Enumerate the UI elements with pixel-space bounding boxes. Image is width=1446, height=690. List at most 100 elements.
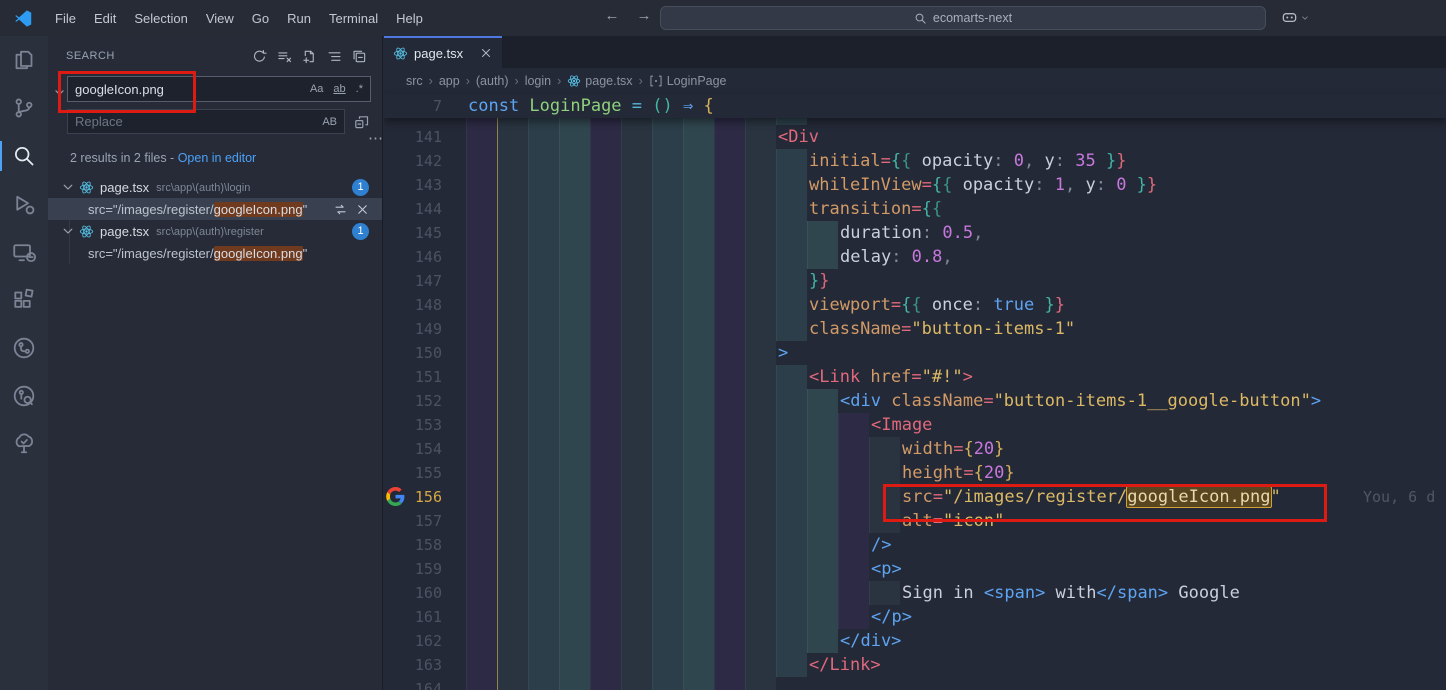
open-in-editor-link[interactable]: Open in editor: [178, 151, 257, 165]
match-text: src="/images/register/googleIcon.png": [88, 246, 307, 261]
code-line-151[interactable]: 151<Link href="#!">: [384, 365, 1446, 389]
search-file-row[interactable]: page.tsx src\app\(auth)\login 1: [48, 176, 382, 198]
sticky-scroll-line[interactable]: 7 const LoginPage = () ⇒ {: [384, 94, 1446, 118]
inspect-icon[interactable]: [0, 372, 48, 420]
vscode-logo-icon: [14, 9, 33, 28]
search-icon[interactable]: [0, 132, 48, 180]
actions-icon[interactable]: [0, 324, 48, 372]
menu-run[interactable]: Run: [278, 7, 320, 30]
code-line-142[interactable]: 142initial={{ opacity: 0, y: 35 }}: [384, 149, 1446, 173]
code-text: delay: 0.8,: [840, 245, 953, 269]
refresh-icon[interactable]: [249, 46, 270, 67]
react-icon: [393, 46, 408, 61]
search-input[interactable]: [68, 82, 307, 97]
code-line-156[interactable]: 156src="/images/register/googleIcon.png"…: [384, 485, 1446, 509]
code-line-160[interactable]: 160Sign in <span> with</span> Google: [384, 581, 1446, 605]
code-line-162[interactable]: 162</div>: [384, 629, 1446, 653]
code-line-145[interactable]: 145duration: 0.5,: [384, 221, 1446, 245]
code-line-148[interactable]: 148viewport={{ once: true }}: [384, 293, 1446, 317]
remote-explorer-icon[interactable]: [0, 228, 48, 276]
code-line-146[interactable]: 146 delay: 0.8,: [384, 245, 1446, 269]
search-match-row[interactable]: src="/images/register/googleIcon.png": [48, 198, 382, 220]
whole-word-icon[interactable]: ab: [330, 82, 348, 96]
code-line-143[interactable]: 143whileInView={{ opacity: 1, y: 0 }}: [384, 173, 1446, 197]
explorer-icon[interactable]: [0, 36, 48, 84]
breadcrumb-item[interactable]: LoginPage: [649, 74, 727, 88]
new-search-editor-icon[interactable]: [299, 46, 320, 67]
line-number: 151: [384, 365, 442, 389]
menu-help[interactable]: Help: [387, 7, 432, 30]
line-number: 163: [384, 653, 442, 677]
extensions-icon[interactable]: [0, 276, 48, 324]
replace-options: AB: [319, 115, 344, 129]
line-number: 153: [384, 413, 442, 437]
source-control-icon[interactable]: [0, 84, 48, 132]
replace-input[interactable]: [68, 114, 319, 129]
menu-terminal[interactable]: Terminal: [320, 7, 387, 30]
replace-icon: [333, 202, 348, 217]
breadcrumb-item[interactable]: (auth): [476, 74, 509, 88]
line-number: 156: [384, 485, 442, 509]
back-arrow-icon[interactable]: ←: [602, 7, 622, 24]
code-line-159[interactable]: 159<p>: [384, 557, 1446, 581]
code-area: 140141<Div142initial={{ opacity: 0, y: 3…: [384, 101, 1446, 690]
menu-view[interactable]: View: [197, 7, 243, 30]
code-line-161[interactable]: 161 </p>: [384, 605, 1446, 629]
match-highlight: googleIcon.png: [214, 202, 303, 217]
code-line-154[interactable]: 154width={20}: [384, 437, 1446, 461]
code-text: </p>: [871, 605, 912, 629]
breadcrumb-item[interactable]: src: [406, 74, 423, 88]
code-line-164[interactable]: 164: [384, 677, 1446, 690]
run-debug-icon[interactable]: [0, 180, 48, 228]
line-number: 161: [384, 605, 442, 629]
git-blame-annotation: You, 6 d: [1363, 485, 1435, 509]
search-file-row[interactable]: page.tsx src\app\(auth)\register 1: [48, 220, 382, 242]
close-icon[interactable]: [479, 46, 493, 60]
regex-icon[interactable]: .*: [353, 82, 366, 96]
todo-tree-icon[interactable]: [0, 420, 48, 468]
preserve-case-icon[interactable]: AB: [319, 115, 340, 129]
menu-edit[interactable]: Edit: [85, 7, 125, 30]
chevron-down-icon[interactable]: [60, 179, 76, 195]
line-number: 146: [384, 245, 442, 269]
line-number: 157: [384, 509, 442, 533]
code-text: height={20}: [902, 461, 1015, 485]
tab-page-tsx[interactable]: page.tsx: [384, 36, 502, 68]
code-line-141[interactable]: 141<Div: [384, 125, 1446, 149]
search-match-row[interactable]: src="/images/register/googleIcon.png": [48, 242, 382, 264]
code-line-150[interactable]: 150>: [384, 341, 1446, 365]
toggle-replace-chevron-icon[interactable]: [52, 85, 67, 100]
code-line-144[interactable]: 144transition={{: [384, 197, 1446, 221]
code-text: <Div: [778, 125, 819, 149]
command-center-search[interactable]: ecomarts-next: [660, 6, 1266, 30]
breadcrumb-item[interactable]: login: [525, 74, 551, 88]
menu-selection[interactable]: Selection: [125, 7, 196, 30]
replace-input-box: AB: [67, 109, 345, 134]
code-line-152[interactable]: 152<div className="button-items-1__googl…: [384, 389, 1446, 413]
copilot-button[interactable]: [1281, 9, 1313, 26]
code-line-157[interactable]: 157alt="icon": [384, 509, 1446, 533]
breadcrumb-item[interactable]: page.tsx: [567, 74, 632, 88]
panel-actions: [249, 46, 370, 67]
chevron-down-icon[interactable]: [60, 223, 76, 239]
code-text: <div className="button-items-1__google-b…: [840, 389, 1321, 413]
code-line-153[interactable]: 153<Image: [384, 413, 1446, 437]
menu-file[interactable]: File: [46, 7, 85, 30]
match-case-icon[interactable]: Aa: [307, 82, 326, 96]
clear-results-icon[interactable]: [274, 46, 295, 67]
code-line-147[interactable]: 147}}: [384, 269, 1446, 293]
code-text: transition={{: [809, 197, 942, 221]
view-as-list-icon[interactable]: [324, 46, 345, 67]
file-path: src\app\(auth)\login: [156, 180, 250, 194]
collapse-all-icon[interactable]: [349, 46, 370, 67]
code-line-155[interactable]: 155height={20}: [384, 461, 1446, 485]
code-line-158[interactable]: 158/>: [384, 533, 1446, 557]
menu-go[interactable]: Go: [243, 7, 278, 30]
breadcrumb-item[interactable]: app: [439, 74, 460, 88]
code-text: whileInView={{ opacity: 1, y: 0 }}: [809, 173, 1157, 197]
forward-arrow-icon[interactable]: →: [634, 7, 654, 24]
code-line-163[interactable]: 163</Link>: [384, 653, 1446, 677]
line-number: 145: [384, 221, 442, 245]
code-line-149[interactable]: 149className="button-items-1": [384, 317, 1446, 341]
breadcrumb: src›app›(auth)›login›page.tsx›LoginPage: [384, 68, 1446, 94]
